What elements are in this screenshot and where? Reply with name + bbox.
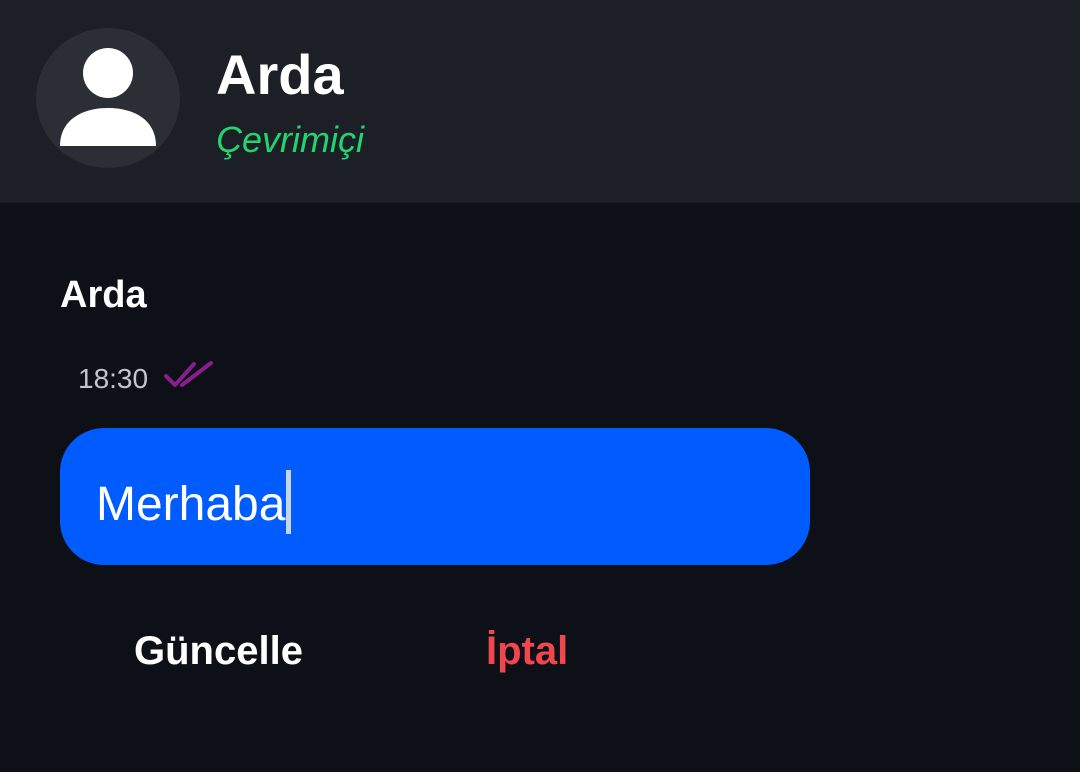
double-check-icon: [164, 361, 213, 387]
person-icon: [60, 48, 156, 146]
chat-header: Arda Çevrimiçi: [0, 0, 1080, 203]
contact-status: Çevrimiçi: [216, 119, 364, 160]
message-edit-field[interactable]: Merhaba: [60, 428, 810, 565]
contact-name: Arda: [216, 43, 344, 106]
cancel-button[interactable]: İptal: [486, 626, 568, 676]
avatar[interactable]: [36, 28, 180, 168]
message-time: 18:30: [78, 363, 149, 394]
message-edit-text: Merhaba: [96, 478, 286, 531]
text-caret: [286, 470, 292, 534]
update-button[interactable]: Güncelle: [134, 626, 303, 676]
message-sender: Arda: [60, 274, 147, 316]
